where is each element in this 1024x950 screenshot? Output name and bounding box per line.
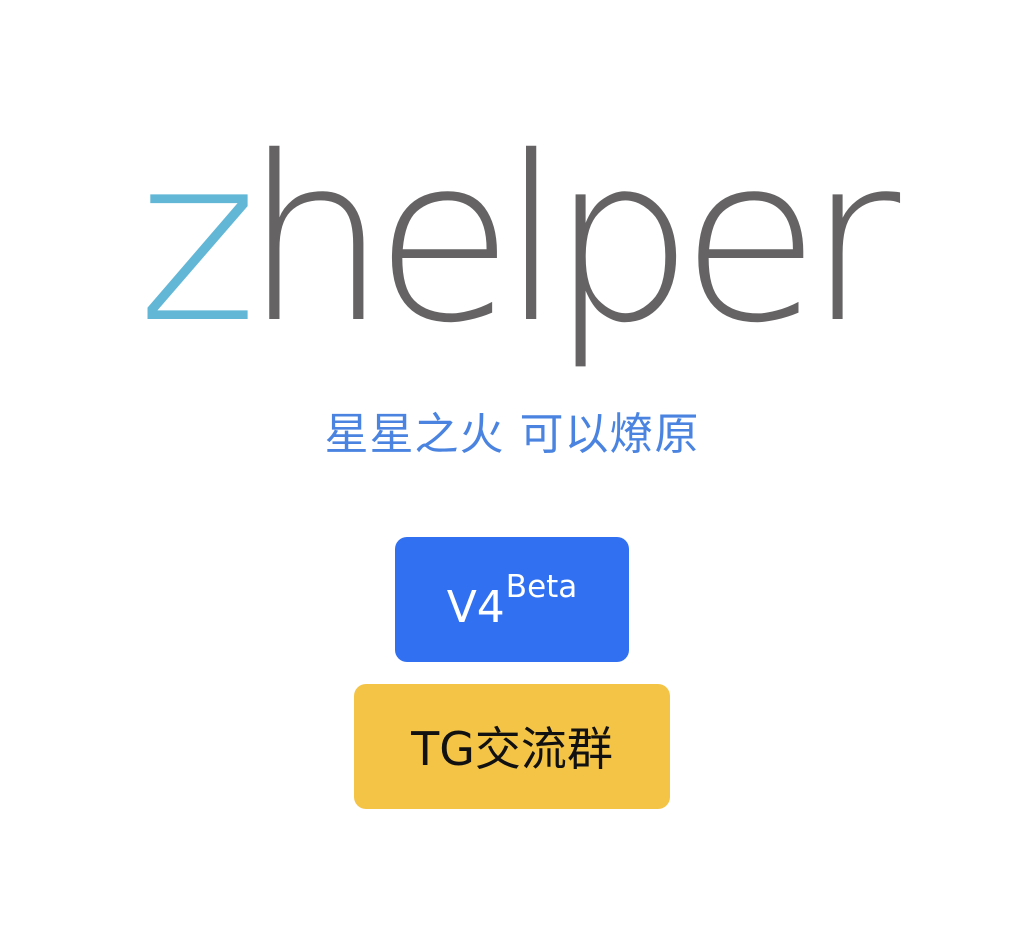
slogan-text: 星星之火 可以燎原 bbox=[324, 409, 700, 460]
tg-button-label: TG交流群 bbox=[411, 721, 613, 776]
v4-button-label: V4 bbox=[446, 581, 505, 633]
tg-group-button[interactable]: TG交流群 bbox=[354, 684, 670, 809]
zhelper-logo: zhelper bbox=[0, 95, 1024, 385]
beta-superscript: Beta bbox=[505, 569, 578, 605]
v4-beta-button[interactable]: V4 Beta bbox=[395, 537, 629, 662]
logo-helper-text: helper bbox=[243, 107, 900, 373]
logo-z-letter: z bbox=[137, 107, 258, 373]
